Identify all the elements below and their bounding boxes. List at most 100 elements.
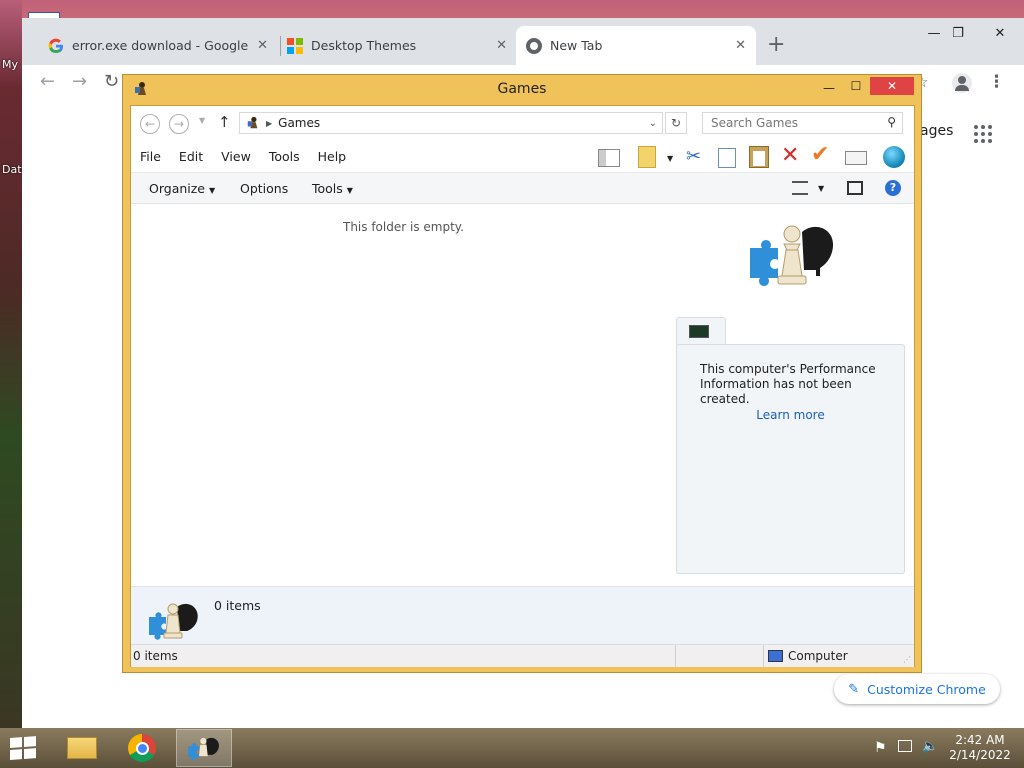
cut-icon[interactable]: ✂ [686,146,701,167]
games-explorer-window: Games — ☐ ✕ ← → ▼ ↑ ▶ Games ⌄ ↻ Search G… [122,74,922,673]
recent-locations-icon[interactable]: ▼ [199,116,205,125]
taskbar-file-explorer[interactable] [54,729,110,767]
menu-file[interactable]: File [131,149,170,164]
details-pane: 0 items [131,586,914,644]
chrome-icon [526,37,542,54]
preview-pane-icon[interactable] [598,149,620,167]
learn-more-link[interactable]: Learn more [677,408,904,422]
minimize-icon[interactable]: — [818,81,840,97]
rename-icon[interactable] [845,151,867,165]
search-icon: ⚲ [887,115,896,129]
performance-tab[interactable] [676,317,726,346]
address-bar-row: ← → ▼ ↑ ▶ Games ⌄ ↻ Search Games ⚲ [131,106,914,141]
clock-time: 2:42 AM [955,733,1005,747]
system-clock[interactable]: 2:42 AM 2/14/2022 [948,733,1012,763]
new-tab-button[interactable]: + [767,32,785,57]
taskbar: ⚑ 🔈 2:42 AM 2/14/2022 [0,728,1024,768]
apps-grid-icon[interactable] [974,125,992,143]
tools-button[interactable]: Tools ▼ [312,181,353,196]
forward-icon[interactable]: → [72,71,87,92]
pencil-icon: ✎ [848,681,860,697]
help-icon[interactable]: ? [885,180,901,196]
paste-icon[interactable] [749,146,769,168]
file-list-area[interactable]: This folder is empty. This computer's Pe… [131,204,914,585]
chevron-down-icon[interactable]: ▼ [667,154,673,163]
chevron-down-icon[interactable]: ⌄ [649,118,657,129]
games-pieces-icon [149,603,198,640]
status-divider [675,645,676,667]
start-windows-icon[interactable] [10,736,38,760]
close-tab-icon[interactable]: ✕ [735,38,746,53]
volume-muted-icon[interactable]: 🔈 [922,739,938,754]
chevron-down-icon[interactable]: ▼ [818,184,824,193]
search-input[interactable]: Search Games ⚲ [702,112,903,134]
close-window-icon[interactable]: ✕ [870,77,914,95]
window-title: Games [497,81,547,97]
partial-link-text[interactable]: ages [920,123,953,139]
tab-desktop-themes[interactable]: Desktop Themes ✕ [277,26,517,65]
forward-icon[interactable]: → [169,114,189,134]
empty-folder-message: This folder is empty. [343,220,464,234]
computer-icon [768,650,783,662]
taskbar-games[interactable] [176,729,232,767]
tab-title: Desktop Themes [311,38,417,53]
network-icon[interactable] [898,740,912,752]
windows-logo-icon [287,37,303,54]
up-arrow-icon[interactable]: ↑ [218,113,231,131]
taskbar-chrome[interactable] [114,729,170,767]
preview-pane-icon[interactable] [847,181,863,195]
reload-icon[interactable]: ↻ [104,71,119,92]
performance-panel: This computer's Performance Information … [676,344,905,574]
delete-x-icon[interactable]: ✕ [781,143,799,168]
customize-chrome-button[interactable]: ✎ Customize Chrome [834,674,1000,704]
games-pieces-icon [188,737,219,761]
profile-avatar-icon[interactable] [952,73,972,93]
resize-grip-icon[interactable]: ⋰ [903,655,911,664]
back-icon[interactable]: ← [140,114,160,134]
back-icon[interactable]: ← [40,71,55,92]
refresh-icon[interactable]: ↻ [665,112,687,134]
games-folder-icon [247,116,258,129]
maximize-icon[interactable]: ☐ [844,79,868,95]
tab-new-tab[interactable]: New Tab ✕ [516,26,756,65]
performance-message: This computer's Performance Information … [700,362,876,406]
breadcrumb-chevron-icon: ▶ [266,118,273,128]
folder-properties-icon[interactable] [638,146,656,168]
address-field[interactable]: ▶ Games ⌄ [239,112,663,134]
tab-title: error.exe download - Google Sea [72,38,248,53]
status-location: Computer [788,649,848,663]
command-bar: Organize ▼ Options Tools ▼ ▼ ? [131,172,914,204]
menu-kebab-icon[interactable]: ⋮ [988,72,1005,92]
checkmark-icon[interactable]: ✔ [811,142,829,167]
globe-icon[interactable] [883,146,905,168]
explorer-body: ← → ▼ ↑ ▶ Games ⌄ ↻ Search Games ⚲ File … [130,105,915,667]
maximize-icon[interactable]: ❐ [936,18,980,48]
menu-edit[interactable]: Edit [170,149,212,164]
status-item-count: 0 items [133,649,178,663]
tab-google-search[interactable]: error.exe download - Google Sea ✕ [38,26,278,65]
menu-view[interactable]: View [212,149,260,164]
item-count: 0 items [214,598,261,613]
search-placeholder: Search Games [711,116,799,130]
copy-icon[interactable] [718,148,736,168]
monitor-icon [689,325,709,338]
desktop-icon-label[interactable]: My [2,58,18,71]
close-tab-icon[interactable]: ✕ [496,38,507,53]
menu-tools[interactable]: Tools [260,149,309,164]
close-tab-icon[interactable]: ✕ [257,38,268,53]
organize-label: Organize [149,181,205,196]
desktop-background: My Dat [0,0,22,728]
clock-date: 2/14/2022 [949,748,1011,762]
status-divider [763,645,764,667]
google-g-icon [48,38,63,53]
organize-button[interactable]: Organize ▼ [149,181,215,196]
desktop-icon-label[interactable]: Dat [2,163,22,176]
customize-chrome-label: Customize Chrome [867,681,986,697]
menu-help[interactable]: Help [309,149,356,164]
close-window-icon[interactable]: ✕ [978,18,1022,48]
options-button[interactable]: Options [240,181,288,196]
breadcrumb[interactable]: Games [278,116,320,130]
status-bar: 0 items Computer ⋰ [131,644,914,667]
action-center-flag-icon[interactable]: ⚑ [874,740,887,756]
change-view-icon[interactable] [792,181,808,195]
